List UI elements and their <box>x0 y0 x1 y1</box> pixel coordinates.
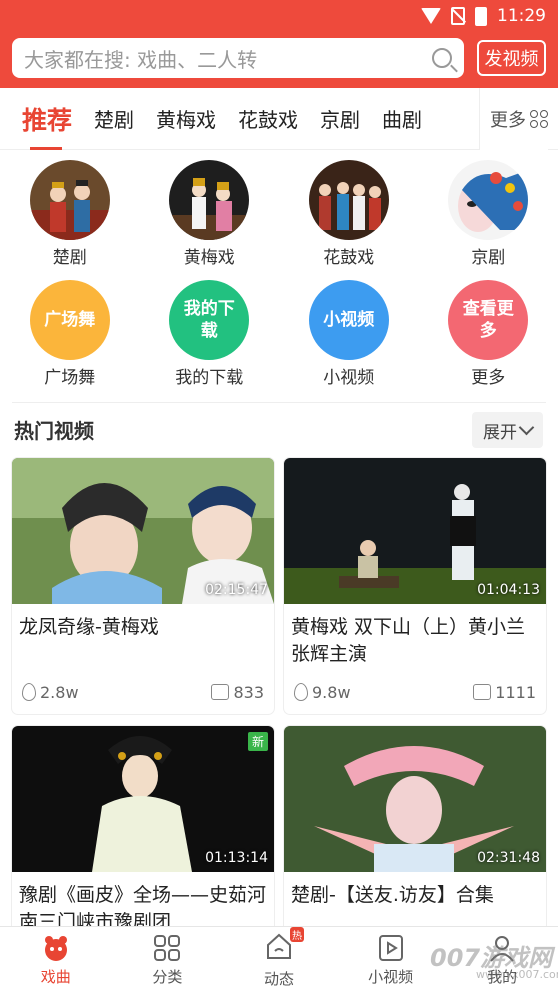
category-tabs: 推荐 楚剧 黄梅戏 花鼓戏 京剧 曲剧 更多 <box>0 88 558 150</box>
nav-label: 戏曲 <box>40 967 71 986</box>
thumbs-up-icon <box>211 684 230 700</box>
short-video-icon: 小视频 <box>308 280 389 360</box>
thumbs-up-icon <box>473 684 492 700</box>
category-label: 黄梅戏 <box>183 248 235 268</box>
nav-feed[interactable]: 热 动态 <box>223 926 335 992</box>
nav-category[interactable]: 分类 <box>112 927 224 992</box>
quick-link-more[interactable]: 查看更多 更多 <box>419 280 558 402</box>
category-label: 楚剧 <box>52 248 87 268</box>
nav-opera[interactable]: 戏曲 <box>0 927 112 992</box>
quick-link-label: 我的下载 <box>175 368 244 388</box>
video-duration: 02:15:47 <box>205 582 268 598</box>
view-count: 2.8w <box>22 683 79 702</box>
category-label: 花鼓戏 <box>323 248 375 268</box>
flame-icon <box>294 683 308 701</box>
upload-video-button[interactable]: 发视频 <box>477 40 546 76</box>
nav-label: 小视频 <box>368 967 414 986</box>
tab-chuju[interactable]: 楚剧 <box>83 88 145 150</box>
like-count-value: 1111 <box>495 682 536 702</box>
nav-label: 分类 <box>152 967 183 986</box>
category-chuju[interactable]: 楚剧 <box>0 160 140 280</box>
chuju-thumbnail <box>29 160 110 240</box>
hot-videos-title: 热门视频 <box>14 419 94 443</box>
category-icon <box>154 934 181 961</box>
opera-icon <box>44 935 67 961</box>
video-card[interactable]: 新 01:13:14 豫剧《画皮》全场——史茹河南三门峡市豫剧团 <box>12 726 274 938</box>
quick-link-label: 广场舞 <box>44 368 96 388</box>
category-huaguxi[interactable]: 花鼓戏 <box>279 160 419 280</box>
tab-recommend[interactable]: 推荐 <box>0 88 83 150</box>
flame-icon <box>22 683 36 701</box>
huangmeixi-thumbnail <box>169 160 250 240</box>
huaguxi-thumbnail <box>308 160 389 240</box>
quick-link-label: 更多 <box>471 368 506 388</box>
category-huangmeixi[interactable]: 黄梅戏 <box>140 160 280 280</box>
more-icon: 查看更多 <box>448 280 529 360</box>
search-placeholder[interactable]: 大家都在搜: 戏曲、二人转 <box>24 44 432 73</box>
nav-label: 动态 <box>263 969 294 988</box>
video-duration: 01:04:13 <box>477 582 540 598</box>
like-count[interactable]: 833 <box>211 683 264 702</box>
grid-icon <box>530 110 548 128</box>
download-icon: 我的下载 <box>169 280 250 360</box>
video-thumbnail: 01:04:13 <box>284 458 546 604</box>
category-label: 京剧 <box>471 248 506 268</box>
search-icon[interactable] <box>432 48 452 68</box>
quick-link-my-downloads[interactable]: 我的下载 我的下载 <box>140 280 280 402</box>
app-header: 11:29 大家都在搜: 戏曲、二人转 发视频 <box>0 0 558 88</box>
wifi-icon <box>421 8 441 24</box>
jingju-thumbnail <box>448 160 529 240</box>
battery-icon <box>475 6 487 26</box>
tab-quju[interactable]: 曲剧 <box>371 88 433 150</box>
like-count[interactable]: 1111 <box>473 683 536 702</box>
video-duration: 02:31:48 <box>477 850 540 866</box>
video-title: 黄梅戏 双下山（上）黄小兰 张辉主演 <box>291 616 526 665</box>
video-card[interactable]: 02:15:47 龙凤奇缘-黄梅戏 2.8w 833 <box>12 458 274 714</box>
view-count: 9.8w <box>294 683 351 702</box>
category-grid: 楚剧 黄梅戏 花鼓戏 京剧 广场舞 广场舞 我的下载 我的下载 小视频 小视频 … <box>0 160 558 402</box>
quick-link-label: 小视频 <box>323 368 375 388</box>
tab-more-button[interactable]: 更多 <box>479 88 548 150</box>
video-thumbnail: 02:31:48 <box>284 726 546 872</box>
view-count-value: 2.8w <box>40 682 79 702</box>
expand-button[interactable]: 展开 <box>472 412 543 448</box>
video-meta: 9.8w 1111 <box>284 670 546 714</box>
watermark-url: www.yx007.com <box>476 968 558 981</box>
like-count-value: 833 <box>233 682 264 702</box>
hot-badge: 热 <box>289 926 304 942</box>
quick-link-square-dance[interactable]: 广场舞 广场舞 <box>0 280 140 402</box>
section-divider <box>12 402 546 403</box>
tab-huaguxi[interactable]: 花鼓戏 <box>227 88 309 150</box>
tab-huangmeixi[interactable]: 黄梅戏 <box>145 88 227 150</box>
chevron-down-icon <box>518 419 535 435</box>
video-thumbnail: 新 01:13:14 <box>12 726 274 872</box>
status-time: 11:29 <box>497 6 546 26</box>
no-sim-icon <box>451 7 465 25</box>
video-thumbnail: 02:15:47 <box>12 458 274 604</box>
square-dance-icon: 广场舞 <box>29 280 110 360</box>
quick-link-short-video[interactable]: 小视频 小视频 <box>279 280 419 402</box>
video-title: 龙凤奇缘-黄梅戏 <box>19 616 159 638</box>
video-meta: 2.8w 833 <box>12 670 274 714</box>
video-duration: 01:13:14 <box>205 850 268 866</box>
view-count-value: 9.8w <box>312 682 351 702</box>
play-icon <box>378 934 403 961</box>
status-bar: 11:29 <box>421 4 546 28</box>
tab-more-label: 更多 <box>490 110 526 131</box>
new-badge: 新 <box>247 732 268 751</box>
category-jingju[interactable]: 京剧 <box>419 160 558 280</box>
expand-label: 展开 <box>483 422 517 443</box>
tab-jingju[interactable]: 京剧 <box>309 88 371 150</box>
search-bar[interactable]: 大家都在搜: 戏曲、二人转 <box>12 38 464 78</box>
video-card[interactable]: 01:04:13 黄梅戏 双下山（上）黄小兰 张辉主演 9.8w 1111 <box>284 458 546 714</box>
video-card[interactable]: 02:31:48 楚剧-【送友.访友】合集 <box>284 726 546 938</box>
